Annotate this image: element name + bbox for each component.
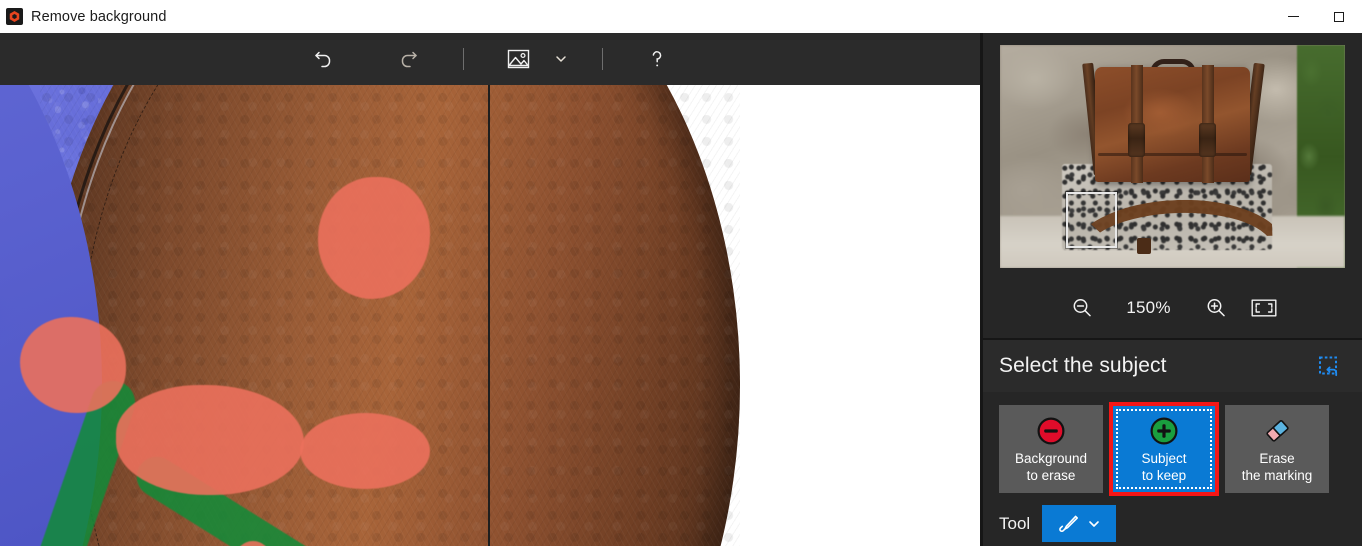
redo-button[interactable]: [381, 39, 437, 79]
shoulder-strap-buckle: [1137, 238, 1151, 254]
fit-to-screen-button[interactable]: [1240, 286, 1288, 330]
mode-background-to-erase[interactable]: Background to erase: [999, 405, 1103, 493]
original-with-marking-preview[interactable]: [0, 85, 488, 546]
tool-picker-button[interactable]: [1042, 505, 1117, 542]
zoom-in-icon: [1204, 296, 1228, 320]
editor-area: [0, 33, 980, 546]
title-bar-left: Remove background: [0, 8, 167, 25]
redo-icon: [397, 47, 421, 71]
editor-toolbar: [0, 33, 980, 85]
toolbar-separator-1: [463, 48, 464, 70]
question-mark-icon: [645, 47, 669, 71]
chevron-down-icon: [1086, 516, 1102, 532]
reset-selection-button[interactable]: [1314, 351, 1344, 381]
minus-circle-icon: [1036, 416, 1066, 446]
eraser-icon: [1262, 416, 1292, 446]
brush-icon: [1057, 512, 1081, 536]
zoom-level-label: 150%: [1126, 298, 1171, 317]
window-controls: [1270, 0, 1362, 33]
fit-to-screen-icon: [1251, 298, 1277, 318]
mode-erase-the-marking-label: Erase the marking: [1241, 451, 1313, 483]
zoom-out-button[interactable]: [1058, 286, 1106, 330]
preview-container: [983, 33, 1362, 278]
window-title: Remove background: [31, 8, 167, 25]
window-body: 150% Select the subject Background to er…: [0, 33, 1362, 546]
minimize-icon: [1287, 16, 1299, 17]
leather-bag-body: [1095, 67, 1250, 182]
selection-mode-buttons: Background to erase Subject to keep Eras…: [983, 392, 1362, 496]
chevron-down-icon: [554, 52, 568, 66]
section-header: Select the subject: [983, 340, 1362, 392]
image-icon: [506, 47, 531, 71]
title-bar: Remove background: [0, 0, 1362, 33]
side-panel: 150% Select the subject Background to er…: [980, 33, 1362, 546]
mode-erase-the-marking[interactable]: Erase the marking: [1225, 405, 1329, 493]
maximize-icon: [1334, 11, 1344, 22]
photos-app-icon: [6, 8, 23, 25]
image-thumbnail[interactable]: [1000, 45, 1345, 268]
zoom-controls: 150%: [983, 278, 1362, 340]
bag-flap-seam: [1098, 153, 1247, 156]
reset-selection-icon: [1317, 354, 1341, 378]
image-button[interactable]: [490, 39, 546, 79]
undo-button[interactable]: [295, 39, 351, 79]
page-title: Select the subject: [999, 354, 1167, 377]
tool-row: Tool: [983, 493, 1362, 542]
viewport-rectangle[interactable]: [1066, 192, 1117, 248]
undo-icon: [311, 47, 335, 71]
minimize-button[interactable]: [1270, 0, 1316, 33]
mode-subject-to-keep[interactable]: Subject to keep: [1109, 402, 1219, 496]
result-preview[interactable]: [490, 85, 980, 546]
plus-circle-icon: [1149, 416, 1179, 446]
remove-background-window: Remove background 150% Select the subjec…: [0, 0, 1362, 546]
result-strap: [490, 85, 980, 546]
tool-label: Tool: [999, 513, 1031, 533]
strap-stitching: [78, 85, 488, 546]
help-button[interactable]: [629, 39, 685, 79]
maximize-button[interactable]: [1316, 0, 1362, 33]
bag-buckle-left: [1128, 123, 1145, 157]
zoom-out-icon: [1070, 296, 1094, 320]
mode-background-to-erase-label: Background to erase: [1014, 451, 1088, 483]
bag-buckle-right: [1199, 123, 1216, 157]
image-dropdown-button[interactable]: [546, 39, 576, 79]
zoom-in-button[interactable]: [1192, 286, 1240, 330]
toolbar-separator-2: [602, 48, 603, 70]
canvas-area: [0, 85, 980, 546]
mode-subject-to-keep-label: Subject to keep: [1141, 451, 1187, 483]
